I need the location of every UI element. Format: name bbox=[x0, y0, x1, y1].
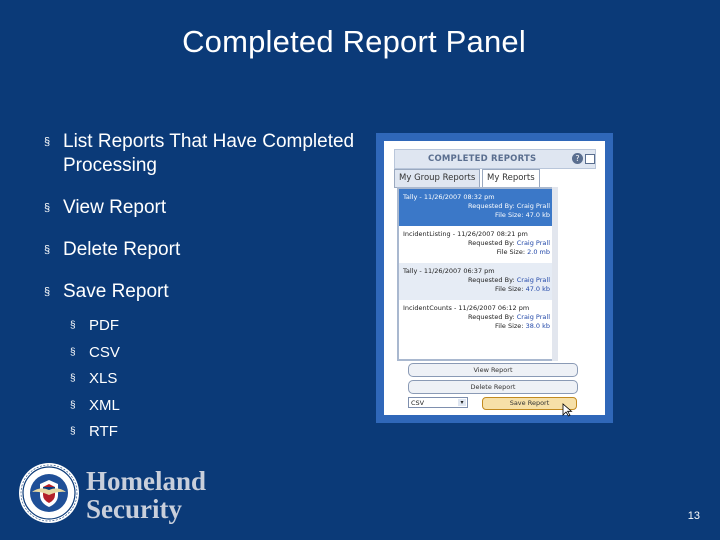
report-row[interactable]: IncidentListing - 11/26/2007 08:21 pm Re… bbox=[399, 226, 554, 263]
bullet-mark: § bbox=[44, 244, 51, 256]
completed-reports-panel: COMPLETED REPORTS ? My Group Reports My … bbox=[384, 141, 605, 417]
tab-my-group-reports[interactable]: My Group Reports bbox=[394, 169, 481, 188]
report-list: Tally - 11/26/2007 08:32 pm Requested By… bbox=[397, 187, 556, 361]
report-row[interactable]: Tally - 11/26/2007 06:37 pm Requested By… bbox=[399, 263, 554, 300]
window-icon[interactable] bbox=[585, 154, 595, 164]
bullet-item: § List Reports That Have Completed Proce… bbox=[44, 130, 364, 178]
requested-by: Requested By: Craig Prall bbox=[468, 202, 550, 210]
panel-title: COMPLETED REPORTS bbox=[428, 154, 537, 164]
bullet-text: Delete Report bbox=[63, 239, 181, 260]
screenshot-frame: COMPLETED REPORTS ? My Group Reports My … bbox=[376, 133, 613, 423]
file-size: File Size: 2.0 mb bbox=[496, 248, 550, 256]
panel-header: COMPLETED REPORTS ? bbox=[394, 149, 596, 169]
sub-bullet-item: § RTF bbox=[70, 422, 120, 442]
page-number: 13 bbox=[687, 510, 700, 522]
sub-bullet-item: § PDF bbox=[70, 316, 120, 336]
sub-bullet-text: CSV bbox=[89, 343, 120, 361]
report-name: Tally - 11/26/2007 08:32 pm bbox=[403, 193, 495, 201]
bullet-mark: § bbox=[70, 399, 76, 411]
bullet-mark: § bbox=[70, 426, 76, 438]
format-select[interactable]: CSV ▾ bbox=[408, 397, 468, 408]
chevron-down-icon: ▾ bbox=[458, 399, 466, 406]
sub-bullet-item: § CSV bbox=[70, 343, 120, 363]
tab-my-reports[interactable]: My Reports bbox=[482, 169, 540, 188]
file-size: File Size: 38.0 kb bbox=[495, 322, 550, 330]
bullet-mark: § bbox=[44, 136, 51, 148]
slide-title: Completed Report Panel bbox=[182, 24, 526, 59]
requested-by: Requested By: Craig Prall bbox=[468, 313, 550, 321]
report-name: IncidentCounts - 11/26/2007 06:12 pm bbox=[403, 304, 530, 312]
bullet-mark: § bbox=[70, 346, 76, 358]
bullet-text: Save Report bbox=[63, 281, 169, 302]
view-report-button[interactable]: View Report bbox=[408, 363, 578, 377]
sub-bullet-text: XLS bbox=[89, 370, 118, 388]
report-row[interactable]: Tally - 11/26/2007 08:32 pm Requested By… bbox=[399, 189, 554, 226]
sub-bullet-list: § PDF § CSV § XLS § XML § RTF bbox=[70, 316, 120, 449]
bullet-mark: § bbox=[70, 373, 76, 385]
requested-by: Requested By: Craig Prall bbox=[468, 239, 550, 247]
bullet-list: § List Reports That Have Completed Proce… bbox=[44, 130, 364, 322]
svg-text:Homeland: Homeland bbox=[86, 466, 206, 496]
sub-bullet-text: XML bbox=[89, 396, 120, 414]
bullet-mark: § bbox=[44, 286, 51, 298]
bullet-item: § Save Report bbox=[44, 280, 364, 304]
list-scrollbar[interactable] bbox=[552, 187, 558, 361]
bullet-text: List Reports That Have Completed Process… bbox=[63, 131, 355, 176]
bullet-mark: § bbox=[70, 320, 76, 331]
sub-bullet-text: PDF bbox=[89, 317, 119, 334]
delete-report-button[interactable]: Delete Report bbox=[408, 380, 578, 394]
report-name: Tally - 11/26/2007 06:37 pm bbox=[403, 267, 495, 275]
dhs-seal-logo bbox=[19, 463, 79, 523]
file-size: File Size: 47.0 kb bbox=[495, 285, 550, 293]
sub-bullet-text: RTF bbox=[89, 423, 118, 441]
bullet-text: View Report bbox=[63, 197, 167, 218]
sub-bullet-item: § XML bbox=[70, 396, 120, 416]
mouse-cursor-icon bbox=[562, 403, 573, 417]
requested-by: Requested By: Craig Prall bbox=[468, 276, 550, 284]
format-select-value: CSV bbox=[411, 399, 425, 407]
bullet-mark: § bbox=[44, 202, 51, 214]
report-row[interactable]: IncidentCounts - 11/26/2007 06:12 pm Req… bbox=[399, 300, 554, 337]
report-name: IncidentListing - 11/26/2007 08:21 pm bbox=[403, 230, 528, 238]
file-size: File Size: 47.0 kb bbox=[495, 211, 550, 219]
bullet-item: § View Report bbox=[44, 196, 364, 220]
homeland-security-wordmark: Homeland Security bbox=[86, 466, 206, 524]
help-icon[interactable]: ? bbox=[572, 153, 583, 164]
sub-bullet-item: § XLS bbox=[70, 369, 120, 389]
svg-text:Security: Security bbox=[86, 494, 182, 524]
bullet-item: § Delete Report bbox=[44, 238, 364, 262]
